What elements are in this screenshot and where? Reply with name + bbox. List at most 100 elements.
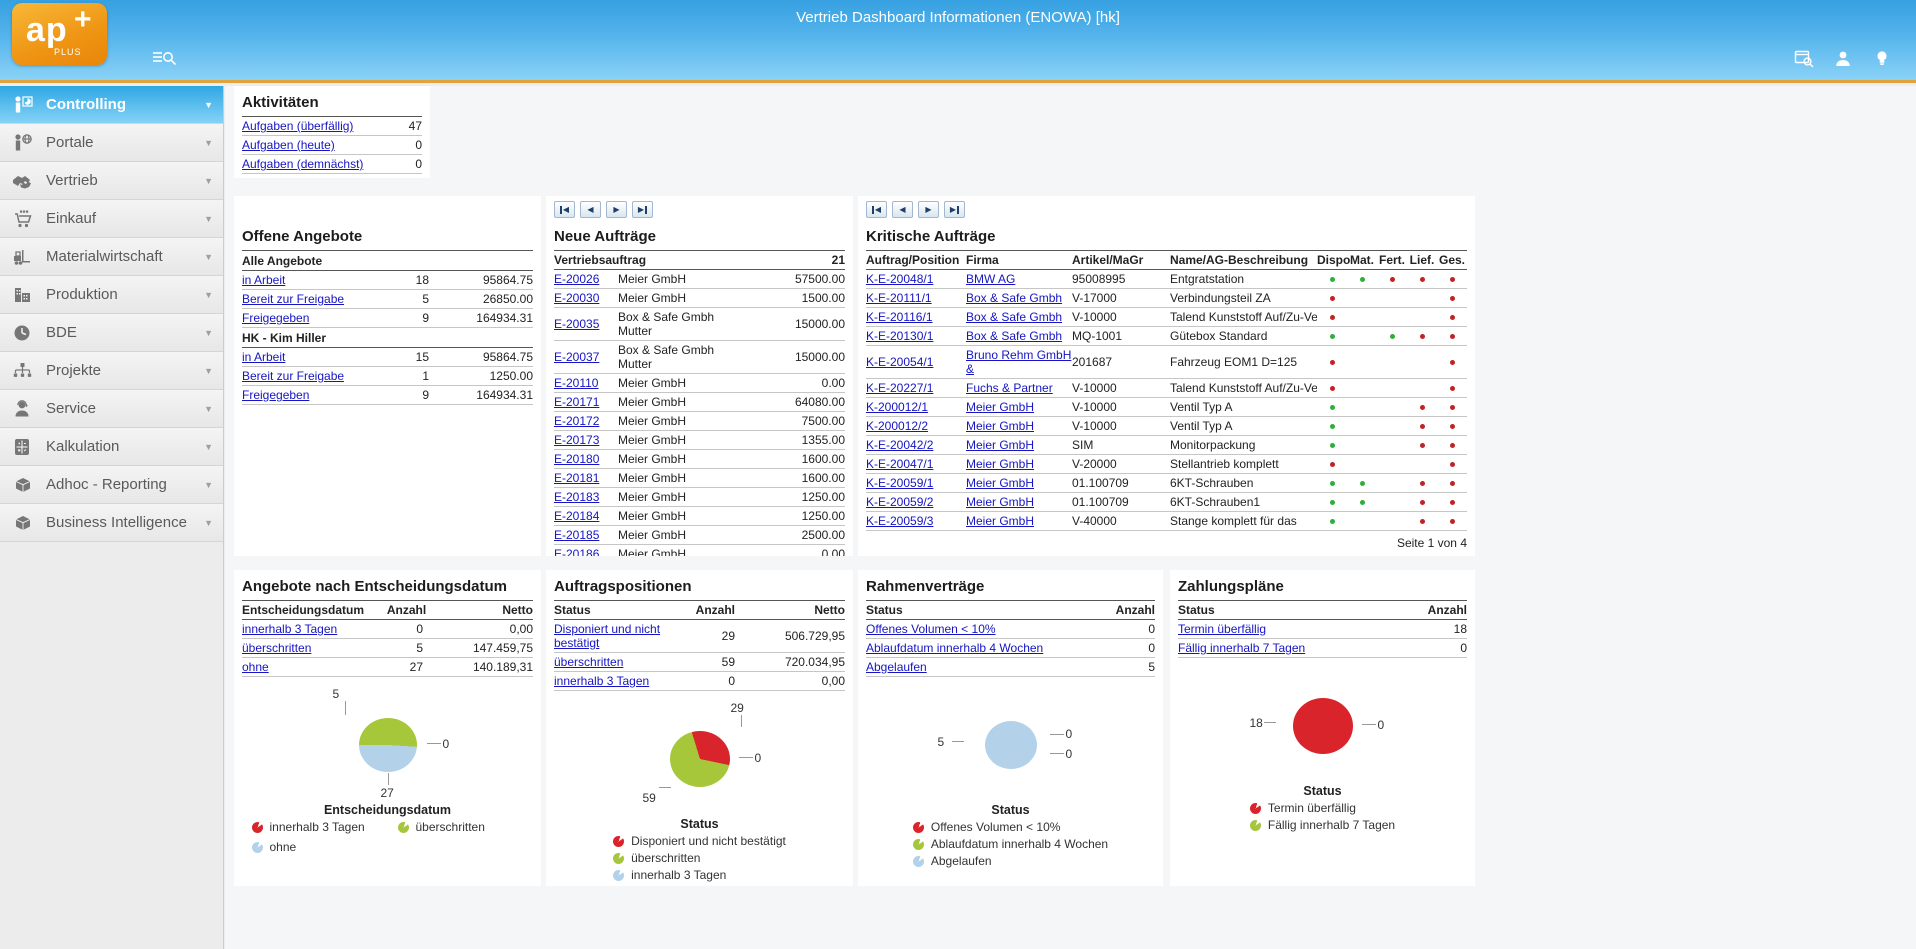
auftrag-link[interactable]: E-20037 (554, 350, 618, 364)
user-icon[interactable] (1833, 49, 1853, 69)
auftrag-position-link[interactable]: K-E-20116/1 (866, 310, 966, 324)
status-link[interactable]: Offenes Volumen < 10% (866, 622, 1045, 636)
status-dot-cell (1317, 310, 1347, 324)
auftrag-position-link[interactable]: K-E-20042/2 (866, 438, 966, 452)
auftrag-position-link[interactable]: K-E-20059/3 (866, 514, 966, 528)
auftrag-position-link[interactable]: K-E-20130/1 (866, 329, 966, 343)
auftrag-link[interactable]: E-20185 (554, 528, 618, 542)
angebot-status-link[interactable]: Freigegeben (242, 311, 373, 325)
aktivitaet-link[interactable]: Aufgaben (überfällig) (242, 119, 382, 133)
angebot-status-link[interactable]: Bereit zur Freigabe (242, 369, 373, 383)
auftrag-position-link[interactable]: K-E-20111/1 (866, 291, 966, 305)
status-link[interactable]: ohne (242, 660, 359, 674)
firma-link[interactable]: Meier GmbH (966, 476, 1072, 490)
table-row: Fällig innerhalb 7 Tagen 0 (1178, 639, 1467, 658)
first-page-button[interactable]: ◀ (866, 201, 887, 218)
auftrag-link[interactable]: E-20172 (554, 414, 618, 428)
status-link[interactable]: Fällig innerhalb 7 Tagen (1178, 641, 1357, 655)
last-page-button[interactable]: ▶ (944, 201, 965, 218)
firma-name: Meier GmbH (618, 528, 687, 542)
menu-search-icon[interactable] (152, 48, 178, 68)
auftrag-position-link[interactable]: K-200012/2 (866, 419, 966, 433)
auftrag-link[interactable]: E-20110 (554, 376, 618, 390)
firma-name: Meier GmbH (618, 414, 687, 428)
auftrag-position-link[interactable]: K-E-20054/1 (866, 355, 966, 369)
table-row: Freigegeben 9 164934.31 (242, 386, 533, 405)
status-link[interactable]: überschritten (554, 655, 671, 669)
panel-title: Offene Angebote (242, 228, 533, 251)
panel-title: Angebote nach Entscheidungsdatum (242, 578, 533, 601)
sidebar-item-business-intelligence[interactable]: Business Intelligence ▼ (0, 504, 223, 542)
status-link[interactable]: Disponiert und nicht bestätigt (554, 622, 671, 650)
auftrag-link[interactable]: E-20035 (554, 317, 618, 331)
sidebar-item-produktion[interactable]: Produktion ▼ (0, 276, 223, 314)
sidebar-item-controlling[interactable]: Controlling ▼ (0, 86, 223, 124)
auftrag-position-link[interactable]: K-200012/1 (866, 400, 966, 414)
auftrag-link[interactable]: E-20026 (554, 272, 618, 286)
angebot-status-link[interactable]: Bereit zur Freigabe (242, 292, 373, 306)
firma-link[interactable]: Box & Safe Gmbh (966, 310, 1072, 324)
firma-link[interactable]: Meier GmbH (966, 419, 1072, 433)
auftrag-netto: 1500.00 (801, 291, 845, 305)
auftrag-link[interactable]: E-20186 (554, 547, 618, 556)
status-link[interactable]: innerhalb 3 Tagen (554, 674, 671, 688)
aktivitaet-link[interactable]: Aufgaben (demnächst) (242, 157, 382, 171)
sidebar-item-bde[interactable]: BDE ▼ (0, 314, 223, 352)
aktivitaet-link[interactable]: Aufgaben (heute) (242, 138, 382, 152)
auftrag-position-link[interactable]: K-E-20048/1 (866, 272, 966, 286)
firma-link[interactable]: Box & Safe Gmbh (966, 291, 1072, 305)
status-link[interactable]: innerhalb 3 Tagen (242, 622, 359, 636)
firma-link[interactable]: Meier GmbH (966, 495, 1072, 509)
auftrag-position-link[interactable]: K-E-20047/1 (866, 457, 966, 471)
firma-link[interactable]: BMW AG (966, 272, 1072, 286)
chevron-down-icon: ▼ (204, 137, 213, 148)
sidebar-item-service[interactable]: Service ▼ (0, 390, 223, 428)
status-link[interactable]: Abgelaufen (866, 660, 1045, 674)
angebot-status-link[interactable]: Freigegeben (242, 388, 373, 402)
auftrag-link[interactable]: E-20173 (554, 433, 618, 447)
auftrag-link[interactable]: E-20181 (554, 471, 618, 485)
angebot-status-link[interactable]: in Arbeit (242, 350, 373, 364)
sidebar-item-materialwirtschaft[interactable]: Materialwirtschaft ▼ (0, 238, 223, 276)
first-page-button[interactable]: ◀ (554, 201, 575, 218)
auftrag-link[interactable]: E-20184 (554, 509, 618, 523)
auftrag-link[interactable]: E-20180 (554, 452, 618, 466)
table-row: E-20184 Meier GmbH 1250.00 (554, 507, 845, 526)
sidebar-item-projekte[interactable]: Projekte ▼ (0, 352, 223, 390)
legend-label: Ablaufdatum innerhalb 4 Wochen (930, 837, 1109, 851)
lightbulb-icon[interactable] (1872, 49, 1892, 69)
auftrag-link[interactable]: E-20171 (554, 395, 618, 409)
auftrag-link[interactable]: E-20030 (554, 291, 618, 305)
previous-page-button[interactable]: ◀ (892, 201, 913, 218)
legend-label: Fällig innerhalb 7 Tagen (1267, 818, 1396, 832)
next-page-button[interactable]: ▶ (918, 201, 939, 218)
sidebar-item-einkauf[interactable]: Einkauf ▼ (0, 200, 223, 238)
auftrag-position-link[interactable]: K-E-20059/2 (866, 495, 966, 509)
sidebar-item-kalkulation[interactable]: Kalkulation ▼ (0, 428, 223, 466)
firma-link[interactable]: Box & Safe Gmbh (966, 329, 1072, 343)
firma-link[interactable]: Meier GmbH (966, 400, 1072, 414)
firma-link[interactable]: Bruno Rehm GmbH & (966, 348, 1072, 376)
window-search-icon[interactable] (1794, 49, 1814, 69)
status-link[interactable]: Ablaufdatum innerhalb 4 Wochen (866, 641, 1045, 655)
auftrag-position-link[interactable]: K-E-20227/1 (866, 381, 966, 395)
status-link[interactable]: überschritten (242, 641, 359, 655)
status-link[interactable]: Termin überfällig (1178, 622, 1357, 636)
auftrag-position-link[interactable]: K-E-20059/1 (866, 476, 966, 490)
firma-link[interactable]: Meier GmbH (966, 438, 1072, 452)
sidebar-item-adhoc-reporting[interactable]: Adhoc - Reporting ▼ (0, 466, 223, 504)
firma-link[interactable]: Meier GmbH (966, 514, 1072, 528)
sidebar-item-portale[interactable]: Portale ▼ (0, 124, 223, 162)
status-dot-cell (1407, 272, 1437, 286)
sidebar-item-vertrieb[interactable]: Vertrieb ▼ (0, 162, 223, 200)
last-page-button[interactable]: ▶ (632, 201, 653, 218)
previous-page-button[interactable]: ◀ (580, 201, 601, 218)
auftrag-link[interactable]: E-20183 (554, 490, 618, 504)
angebot-netto: 95864.75 (482, 350, 533, 364)
next-page-button[interactable]: ▶ (606, 201, 627, 218)
sidebar-item-label: Kalkulation (46, 438, 120, 455)
firma-link[interactable]: Meier GmbH (966, 457, 1072, 471)
angebot-status-link[interactable]: in Arbeit (242, 273, 373, 287)
firma-link[interactable]: Fuchs & Partner (966, 381, 1072, 395)
factory-icon (12, 284, 46, 306)
